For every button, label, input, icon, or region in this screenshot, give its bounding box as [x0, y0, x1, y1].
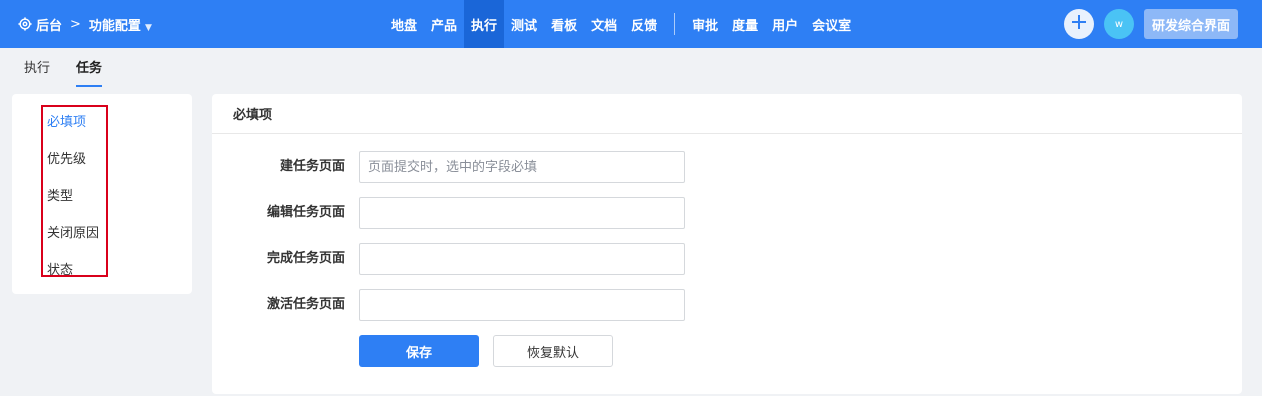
form-row-finish-task: 完成任务页面 — [212, 243, 1242, 275]
nav-item-approval[interactable]: 审批 — [685, 0, 725, 48]
nav-item-product[interactable]: 产品 — [424, 0, 464, 48]
nav-item-dashboard[interactable]: 地盘 — [384, 0, 424, 48]
tab-execution[interactable]: 执行 — [24, 48, 50, 88]
form-row-create-task: 建任务页面 — [212, 151, 1242, 183]
nav-divider — [674, 13, 676, 35]
restore-default-button[interactable]: 恢复默认 — [493, 335, 613, 367]
tab-task[interactable]: 任务 — [76, 48, 103, 88]
form-row-activate-task: 激活任务页面 — [212, 289, 1242, 321]
breadcrumb: 后台 > 功能配置 ▼ — [18, 0, 152, 48]
nav-item-meeting-room[interactable]: 会议室 — [805, 0, 858, 48]
plus-icon — [1070, 13, 1088, 35]
field-label: 激活任务页面 — [266, 297, 345, 312]
nav-item-feedback[interactable]: 反馈 — [624, 0, 664, 48]
gear-icon[interactable] — [18, 17, 32, 31]
create-task-fields-input[interactable] — [359, 151, 685, 183]
breadcrumb-separator: > — [70, 16, 81, 32]
edit-task-fields-input[interactable] — [359, 197, 685, 229]
sidebar-item-type[interactable]: 类型 — [47, 185, 73, 204]
panel-title: 必填项 — [212, 94, 1242, 134]
chevron-down-icon: ▼ — [144, 22, 152, 33]
home-link[interactable]: 后台 — [36, 15, 62, 34]
save-button[interactable]: 保存 — [359, 335, 479, 367]
top-nav-bar: 后台 > 功能配置 ▼ 地盘 产品 执行 测试 看板 文档 反馈 审批 度量 用户… — [0, 0, 1262, 48]
sidebar-item-status[interactable]: 状态 — [47, 259, 73, 278]
header-tools: w 研发综合界面 — [1063, 0, 1238, 48]
nav-item-kanban[interactable]: 看板 — [544, 0, 584, 48]
field-label: 编辑任务页面 — [266, 205, 345, 220]
section-dropdown[interactable]: 功能配置 ▼ — [89, 15, 152, 34]
finish-task-fields-input[interactable] — [359, 243, 685, 275]
activate-task-fields-input[interactable] — [359, 289, 685, 321]
nav-item-execution[interactable]: 执行 — [464, 0, 505, 48]
config-sidebar: 必填项 优先级 类型 关闭原因 状态 — [12, 94, 192, 294]
main-nav: 地盘 产品 执行 测试 看板 文档 反馈 审批 度量 用户 会议室 — [384, 0, 858, 48]
sub-tabs: 执行 任务 — [24, 48, 128, 88]
required-fields-panel: 必填项 建任务页面 编辑任务页面 完成任务页面 激活任务页面 保存 恢复默认 — [212, 94, 1242, 394]
nav-item-users[interactable]: 用户 — [765, 0, 805, 48]
nav-item-metrics[interactable]: 度量 — [725, 0, 765, 48]
avatar[interactable]: w — [1103, 9, 1134, 39]
section-label: 功能配置 — [88, 18, 141, 34]
workspace-switch-button[interactable]: 研发综合界面 — [1143, 9, 1238, 39]
nav-item-docs[interactable]: 文档 — [584, 0, 624, 48]
nav-item-test[interactable]: 测试 — [504, 0, 544, 48]
sidebar-item-required[interactable]: 必填项 — [47, 111, 86, 130]
field-label: 建任务页面 — [279, 159, 345, 174]
sidebar-item-close-reason[interactable]: 关闭原因 — [47, 222, 99, 241]
form-row-edit-task: 编辑任务页面 — [212, 197, 1242, 229]
sidebar-item-priority[interactable]: 优先级 — [47, 148, 86, 167]
create-button[interactable] — [1063, 9, 1094, 39]
field-label: 完成任务页面 — [266, 251, 345, 266]
